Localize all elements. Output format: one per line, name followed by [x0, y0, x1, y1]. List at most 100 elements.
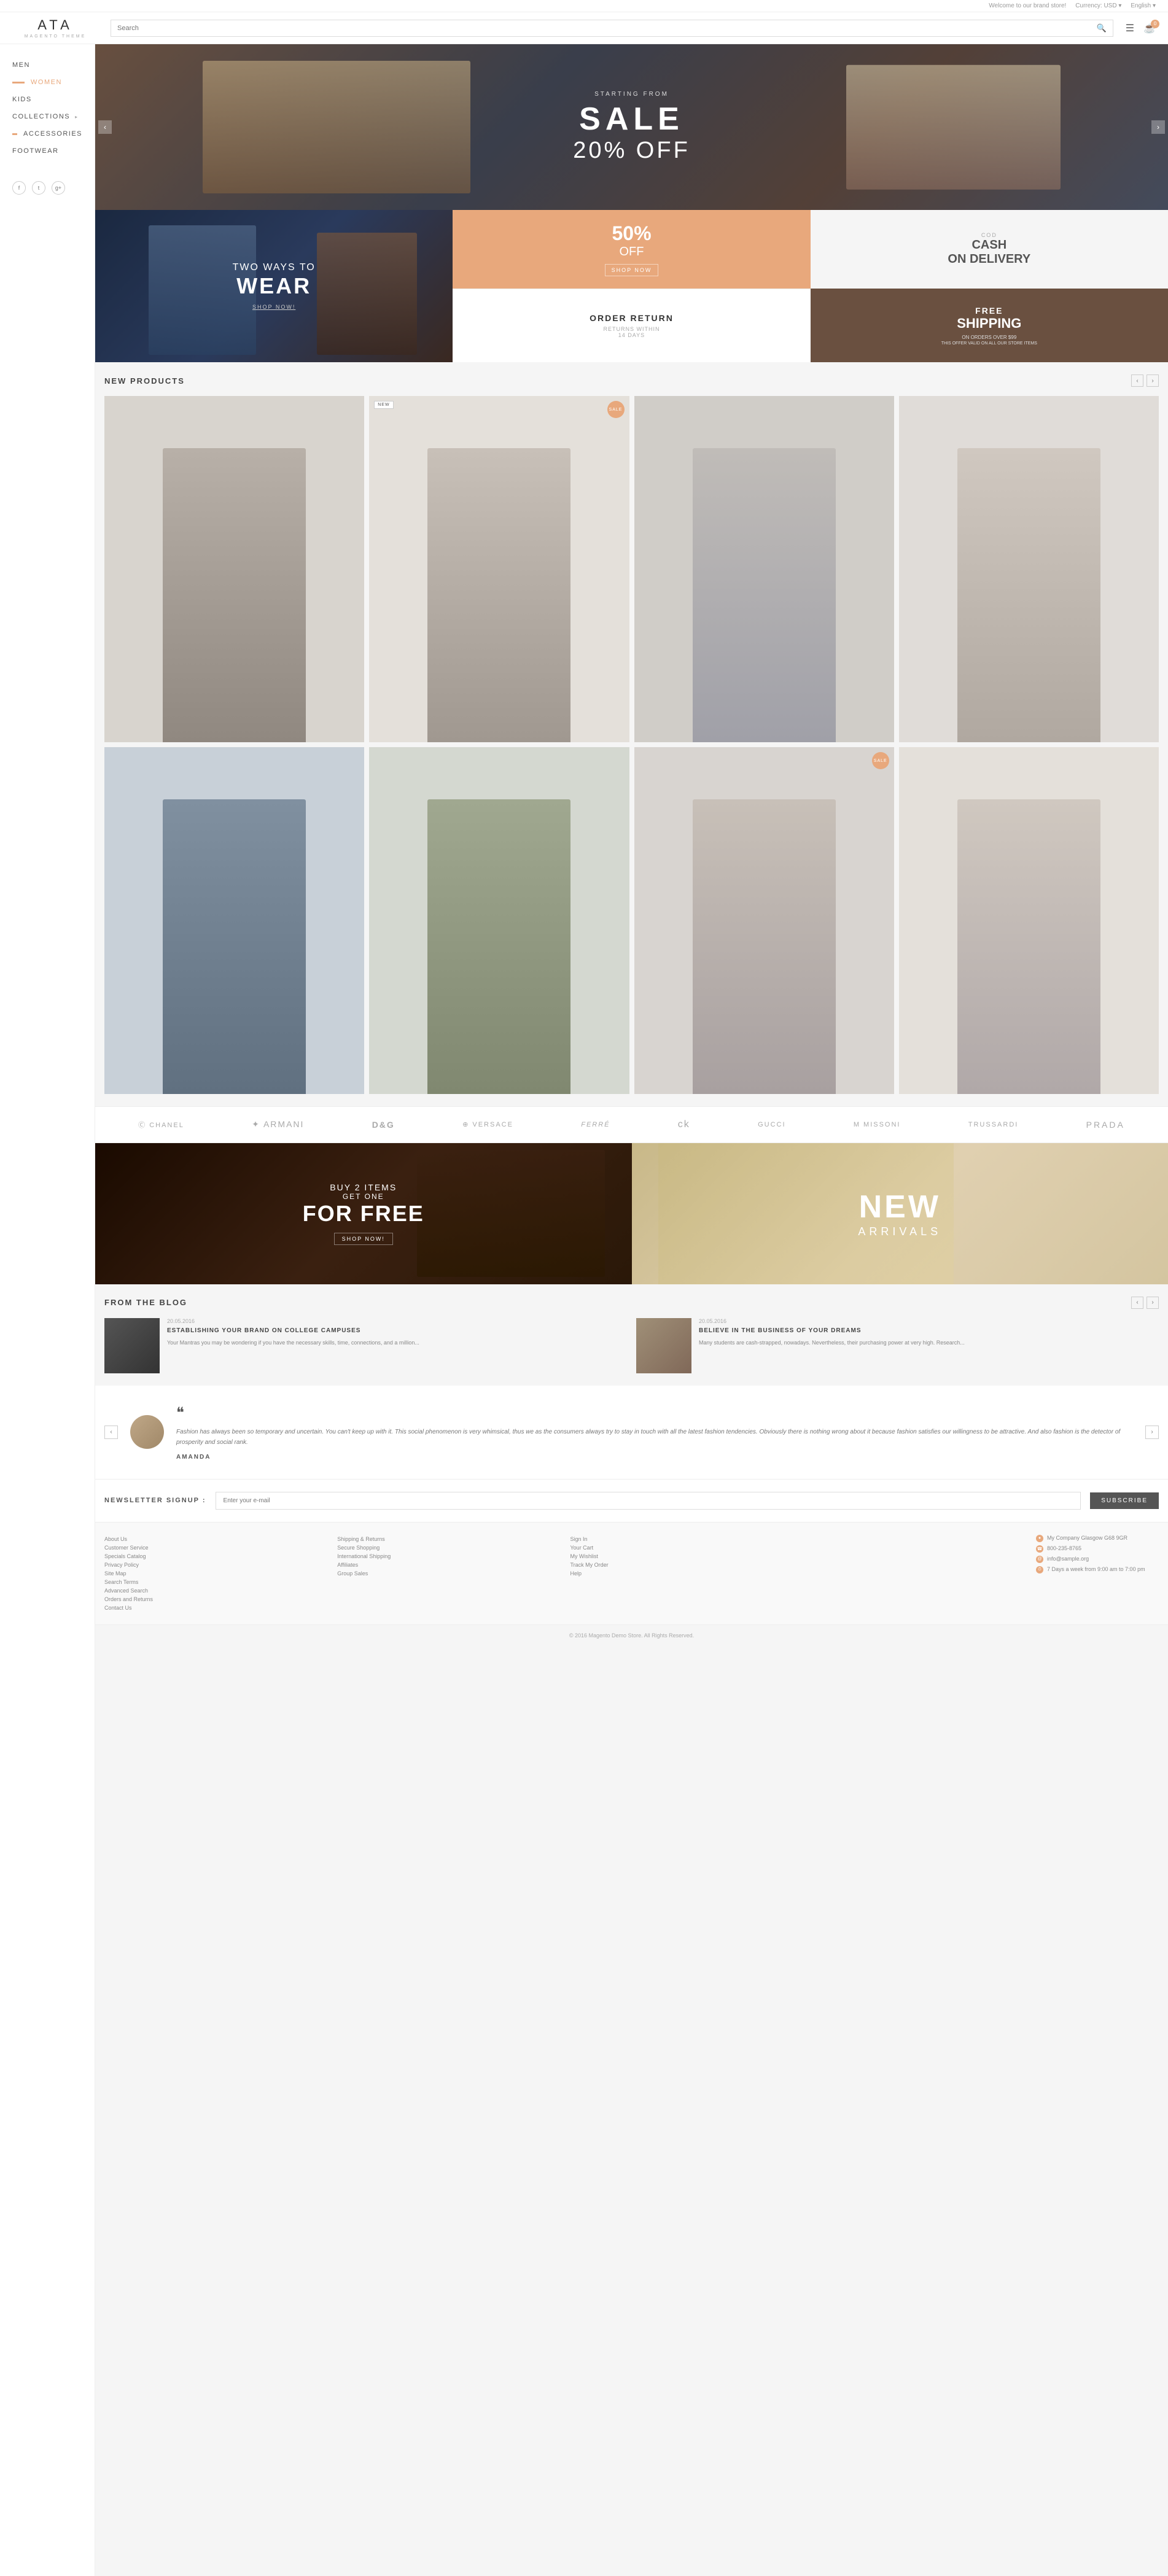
quote-icon: ❝ [176, 1404, 1133, 1422]
cart-button[interactable]: ☕ 0 [1143, 22, 1156, 34]
newsletter-email-input[interactable] [216, 1492, 1081, 1510]
product-card[interactable] [899, 396, 1159, 742]
footer-link[interactable]: Help [570, 1569, 794, 1578]
blog-next-button[interactable]: › [1147, 1297, 1159, 1309]
footer-col-1: About Us Customer Service Specials Catal… [104, 1535, 328, 1612]
shipping-label: SHIPPING [957, 316, 1021, 332]
footer-link[interactable]: Specials Catalog [104, 1552, 328, 1561]
blog-nav: ‹ › [1131, 1297, 1159, 1309]
hero-off-text: 20% OFF [573, 138, 690, 164]
shop-now-button[interactable]: SHOP NOW [605, 264, 659, 276]
brand-ferre[interactable]: FERRÉ [581, 1121, 610, 1128]
brand-armani[interactable]: ✦ ARMANI [252, 1119, 304, 1130]
sidebar-item-kids[interactable]: KIDS [0, 91, 95, 108]
promo-two-ways[interactable]: TWO WAYS TO WEAR SHOP NOW! [95, 210, 453, 362]
footer-link[interactable]: Search Terms [104, 1578, 328, 1586]
product-card[interactable]: SALE [634, 747, 894, 1093]
googleplus-icon[interactable]: g+ [52, 181, 65, 195]
footer-link[interactable]: Sign In [570, 1535, 794, 1543]
sidebar-item-women[interactable]: WOMEN [0, 74, 95, 91]
product-card[interactable] [634, 396, 894, 742]
twitter-icon[interactable]: t [32, 181, 45, 195]
product-card[interactable]: NEW SALE [369, 396, 629, 742]
search-bar: 🔍 [111, 20, 1113, 37]
shop-now-link[interactable]: SHOP NOW! [233, 304, 316, 310]
brand-missoni[interactable]: M MISSONI [854, 1121, 901, 1128]
sidebar: MEN WOMEN KIDS COLLECTIONS ▸ ACCESSORIES… [0, 44, 95, 2576]
testimonial-next-button[interactable]: › [1145, 1426, 1159, 1439]
footer-link[interactable]: Contact Us [104, 1604, 328, 1612]
sidebar-item-collections[interactable]: COLLECTIONS ▸ [0, 108, 95, 125]
language-selector[interactable]: English ▾ [1131, 2, 1156, 9]
testimonial-section: ‹ ❝ Fashion has always been so temporary… [95, 1386, 1168, 1479]
promo-buy2[interactable]: BUY 2 ITEMS GET ONE FOR FREE SHOP NOW! [95, 1143, 632, 1284]
search-input[interactable] [117, 25, 1097, 32]
product-card[interactable] [104, 396, 364, 742]
footer-link[interactable]: Affiliates [337, 1561, 561, 1569]
blog-prev-button[interactable]: ‹ [1131, 1297, 1143, 1309]
footer-link[interactable]: My Wishlist [570, 1552, 794, 1561]
wear-text: WEAR [233, 273, 316, 299]
product-card[interactable] [369, 747, 629, 1093]
blog-content: 20.05.2016 BELIEVE IN THE BUSINESS OF YO… [699, 1318, 965, 1373]
footer-link[interactable]: Privacy Policy [104, 1561, 328, 1569]
subscribe-button[interactable]: SUBSCRIBE [1090, 1492, 1159, 1509]
address-icon: ● [1036, 1535, 1043, 1542]
footer-link[interactable]: Orders and Returns [104, 1595, 328, 1604]
returns-within: RETURNS WITHIN 14 DAYS [603, 326, 660, 338]
sidebar-item-footwear[interactable]: FOOTWEAR [0, 142, 95, 160]
order-return-label: ORDER RETURN [590, 313, 674, 323]
hero-prev-button[interactable]: ‹ [98, 120, 112, 134]
brand-trussardi[interactable]: TRUSSARDI [968, 1121, 1019, 1128]
blog-section: FROM THE BLOG ‹ › 20.05.2016 ESTABLISHIN… [95, 1284, 1168, 1386]
product-card[interactable] [899, 747, 1159, 1093]
footer-link[interactable]: Advanced Search [104, 1586, 328, 1595]
promo-new-arrivals[interactable]: NEW ARRIVALS [632, 1143, 1168, 1284]
blog-post-title[interactable]: ESTABLISHING YOUR BRAND ON COLLEGE CAMPU… [167, 1327, 419, 1335]
currency-dropdown-icon[interactable]: ▾ [1118, 2, 1121, 9]
brand-gucci[interactable]: GUCCI [758, 1121, 785, 1128]
sidebar-item-men[interactable]: MEN [0, 56, 95, 74]
footer-link[interactable]: Customer Service [104, 1543, 328, 1552]
products-next-button[interactable]: › [1147, 374, 1159, 387]
blog-post-title[interactable]: BELIEVE IN THE BUSINESS OF YOUR DREAMS [699, 1327, 965, 1335]
badge-sale: SALE [872, 752, 889, 769]
brand-ck[interactable]: ck [678, 1119, 690, 1130]
fifty-percent: 50% [612, 222, 651, 245]
badge-new: NEW [374, 401, 393, 409]
footer-link[interactable]: Your Cart [570, 1543, 794, 1552]
promo-fifty-off[interactable]: 50% OFF SHOP NOW [453, 210, 810, 289]
buy2-text: BUY 2 ITEMS [303, 1182, 424, 1192]
promo-left-content: TWO WAYS TO WEAR SHOP NOW! [220, 250, 328, 322]
testimonial-prev-button[interactable]: ‹ [104, 1426, 118, 1439]
footer-link[interactable]: Secure Shopping [337, 1543, 561, 1552]
brand-dg[interactable]: D&G [372, 1120, 395, 1130]
for-free-text: FOR FREE [303, 1201, 424, 1227]
products-prev-button[interactable]: ‹ [1131, 374, 1143, 387]
sidebar-item-accessories[interactable]: ACCESSORIES [0, 125, 95, 142]
facebook-icon[interactable]: f [12, 181, 26, 195]
footer-link[interactable]: Track My Order [570, 1561, 794, 1569]
footer-link[interactable]: About Us [104, 1535, 328, 1543]
search-button[interactable]: 🔍 [1097, 23, 1107, 33]
on-orders-label: ON ORDERS OVER $99 THIS OFFER VALID ON A… [941, 335, 1037, 346]
logo[interactable]: ATA MAGENTO THEME [12, 17, 98, 39]
brand-versace[interactable]: ⊕ VERSACE [462, 1120, 513, 1128]
blog-item: 20.05.2016 BELIEVE IN THE BUSINESS OF YO… [636, 1318, 1159, 1373]
brand-chanel[interactable]: Ⓒ CHANEL [138, 1120, 184, 1130]
footer-link[interactable]: Site Map [104, 1569, 328, 1578]
footer-link[interactable]: Shipping & Returns [337, 1535, 561, 1543]
shop-now-banner-button[interactable]: SHOP NOW! [334, 1233, 393, 1245]
promo-order-return: ORDER RETURN RETURNS WITHIN 14 DAYS [453, 289, 810, 362]
testimonial-content: ❝ Fashion has always been so temporary a… [176, 1404, 1133, 1461]
new-arrivals-new: NEW [858, 1189, 941, 1225]
welcome-text: Welcome to our brand store! [989, 2, 1066, 9]
hero-next-button[interactable]: › [1151, 120, 1165, 134]
blog-header: FROM THE BLOG ‹ › [104, 1297, 1159, 1309]
footer-link[interactable]: International Shipping [337, 1552, 561, 1561]
sidebar-social: f t g+ [0, 172, 95, 204]
product-card[interactable] [104, 747, 364, 1093]
menu-button[interactable]: ☰ [1126, 22, 1134, 34]
brand-prada[interactable]: PRADA [1086, 1120, 1125, 1130]
footer-link[interactable]: Group Sales [337, 1569, 561, 1578]
